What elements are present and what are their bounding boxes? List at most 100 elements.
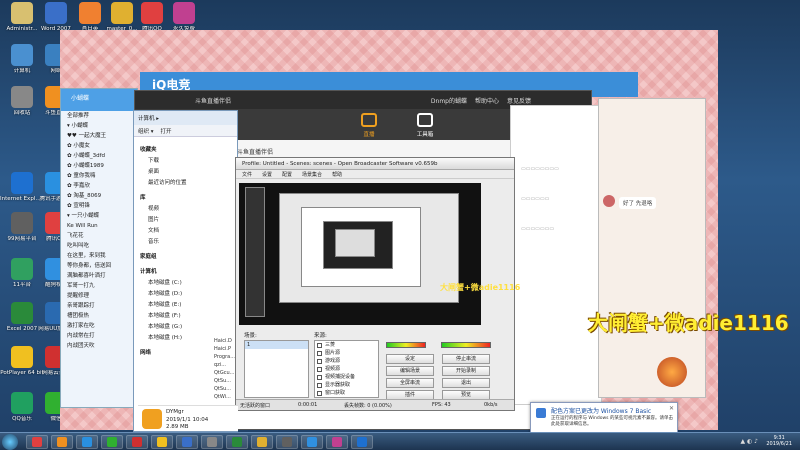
- file-item[interactable]: Haici.P: [214, 345, 235, 353]
- favorite-item[interactable]: 下载: [148, 156, 237, 167]
- taskbar-app-button[interactable]: [251, 435, 273, 449]
- taskbar-app-button[interactable]: [351, 435, 373, 449]
- contact-row[interactable]: 军哥一打九: [61, 281, 137, 291]
- source-item[interactable]: 窗口获取: [315, 389, 378, 397]
- contact-row[interactable]: ✿ 淘基_8069: [61, 191, 137, 201]
- obs-menu-item[interactable]: 配置: [282, 171, 292, 178]
- source-checkbox[interactable]: [317, 350, 322, 356]
- contact-row[interactable]: ▾ 小蝴蝶: [61, 121, 137, 131]
- mic-volume-meter[interactable]: [386, 342, 426, 348]
- obs-menu-item[interactable]: 帮助: [332, 171, 342, 178]
- contact-row[interactable]: ✿ 宣明锋: [61, 201, 137, 211]
- help-link[interactable]: 帮助中心: [475, 96, 499, 105]
- favorites-heading[interactable]: 收藏夹: [140, 145, 237, 156]
- source-item[interactable]: 视频捕捉设备: [315, 373, 378, 381]
- contact-row[interactable]: ✿ 小蝴蝶1989: [61, 161, 137, 171]
- taskbar-app-button[interactable]: [101, 435, 123, 449]
- feedback-link[interactable]: 意见反馈: [507, 96, 531, 105]
- source-checkbox[interactable]: [317, 390, 322, 396]
- file-item[interactable]: QtWi...: [214, 393, 235, 401]
- drive-item[interactable]: 本地磁盘 (F:): [148, 311, 237, 322]
- source-item[interactable]: 图片源: [315, 349, 378, 357]
- contact-row[interactable]: 在这里，来到我: [61, 251, 137, 261]
- tab-live[interactable]: 直播: [349, 113, 389, 138]
- contact-row[interactable]: 亲哥跟踪打: [61, 301, 137, 311]
- taskbar-app-button[interactable]: [151, 435, 173, 449]
- file-item[interactable]: qzi...: [214, 361, 235, 369]
- source-checkbox[interactable]: [317, 366, 322, 372]
- settings-button[interactable]: 设定: [386, 354, 434, 364]
- drive-item[interactable]: 本地磁盘 (G:): [148, 322, 237, 333]
- exit-button[interactable]: 退出: [442, 378, 490, 388]
- clock[interactable]: 9:31 2019/6/21: [766, 435, 792, 447]
- file-item[interactable]: QtSu...: [214, 385, 235, 393]
- library-item[interactable]: 视频: [148, 204, 237, 215]
- obs-menu-item[interactable]: 场景集合: [302, 171, 322, 178]
- game-launcher-icon[interactable]: [657, 357, 687, 387]
- chat-window[interactable]: 好了 先退咯: [598, 98, 706, 398]
- taskbar-app-button[interactable]: [226, 435, 248, 449]
- library-item[interactable]: 文档: [148, 226, 237, 237]
- file-item[interactable]: Progra...: [214, 353, 235, 361]
- file-item[interactable]: QtGcu...: [214, 369, 235, 377]
- computer-heading[interactable]: 计算机: [140, 267, 237, 278]
- theme-notification[interactable]: 配色方案已更改为 Windows 7 Basic 正在运行的程序与 Window…: [530, 402, 678, 434]
- source-item[interactable]: 三菱: [315, 341, 378, 349]
- source-checkbox[interactable]: [317, 382, 322, 388]
- source-checkbox[interactable]: [317, 342, 322, 348]
- favorite-item[interactable]: 桌面: [148, 167, 237, 178]
- library-item[interactable]: 图片: [148, 215, 237, 226]
- contact-row[interactable]: ✿ 小魔女: [61, 141, 137, 151]
- contact-row[interactable]: 提醒修理: [61, 291, 137, 301]
- taskbar-app-button[interactable]: [326, 435, 348, 449]
- explorer-path[interactable]: 计算机 ▸: [134, 111, 237, 125]
- sources-list[interactable]: 三菱 图片源 游戏源 视频源 视频捕捉设备 显示器获取 窗口获取: [314, 340, 379, 398]
- contact-row[interactable]: 吃叫叫吃: [61, 241, 137, 251]
- scene-item[interactable]: 1: [245, 341, 308, 349]
- contact-row[interactable]: 飞花花: [61, 231, 137, 241]
- edit-scene-button[interactable]: 编辑场景: [386, 366, 434, 376]
- contact-row[interactable]: ✿ 小蝴蝶_3dfd: [61, 151, 137, 161]
- close-icon[interactable]: ✕: [669, 405, 674, 412]
- taskbar-app-button[interactable]: [301, 435, 323, 449]
- open-button[interactable]: 打开: [161, 129, 172, 135]
- source-item[interactable]: 显示器获取: [315, 381, 378, 389]
- drive-item[interactable]: 本地磁盘 (E:): [148, 300, 237, 311]
- contact-row[interactable]: 激打家在吃: [61, 321, 137, 331]
- stop-stream-button[interactable]: 停止串流: [442, 354, 490, 364]
- source-checkbox[interactable]: [317, 358, 322, 364]
- contact-row[interactable]: 内战团天吹: [61, 341, 137, 351]
- qq-contact-panel[interactable]: 小蝴蝶 全部推荐 ▾ 小蝴蝶 ♥♥ 一起大魔王 ✿ 小魔女 ✿ 小蝴蝶_3dfd ✿ 小…: [60, 88, 138, 408]
- desktop-volume-meter[interactable]: [441, 342, 491, 348]
- homegroup-heading[interactable]: 家庭组: [140, 252, 237, 263]
- contact-row[interactable]: ✿ 童你我嗨: [61, 171, 137, 181]
- taskbar-app-button[interactable]: [176, 435, 198, 449]
- library-item[interactable]: 音乐: [148, 237, 237, 248]
- taskbar-app-button[interactable]: [26, 435, 48, 449]
- contact-row[interactable]: 槽团极热: [61, 311, 137, 321]
- source-item[interactable]: 视频源: [315, 365, 378, 373]
- favorite-item[interactable]: 最近访问的位置: [148, 178, 237, 189]
- contact-row[interactable]: ♥♥ 一起大魔王: [61, 131, 137, 141]
- file-explorer-window[interactable]: 计算机 ▸ 组织 ▾ 打开 收藏夹 下载 桌面 最近访问的位置 库 视频 图片 文档 音乐…: [133, 110, 238, 432]
- contact-row[interactable]: Ke Will Run: [61, 221, 137, 231]
- taskbar-app-button[interactable]: [126, 435, 148, 449]
- organize-button[interactable]: 组织 ▾: [138, 129, 154, 135]
- taskbar-app-button[interactable]: [51, 435, 73, 449]
- contact-row[interactable]: 等你身都，倍送回: [61, 261, 137, 271]
- file-item[interactable]: Haici.D: [214, 337, 235, 345]
- scenes-list[interactable]: 1: [244, 340, 309, 398]
- tab-toolbox[interactable]: 工具箱: [405, 113, 445, 138]
- start-button[interactable]: [2, 434, 18, 450]
- drive-item[interactable]: 本地磁盘 (D:): [148, 289, 237, 300]
- tray-icons[interactable]: ▲ ◐ ♪: [741, 438, 759, 445]
- obs-menu-item[interactable]: 设置: [262, 171, 272, 178]
- fullscreen-stream-button[interactable]: 全屏串流: [386, 378, 434, 388]
- source-checkbox[interactable]: [317, 374, 322, 380]
- source-item[interactable]: 游戏源: [315, 357, 378, 365]
- contact-row[interactable]: ▾ 一只小蝴蝶: [61, 211, 137, 221]
- taskbar-app-button[interactable]: [276, 435, 298, 449]
- taskbar-app-button[interactable]: [201, 435, 223, 449]
- drive-item[interactable]: 本地磁盘 (C:): [148, 278, 237, 289]
- libraries-heading[interactable]: 库: [140, 193, 237, 204]
